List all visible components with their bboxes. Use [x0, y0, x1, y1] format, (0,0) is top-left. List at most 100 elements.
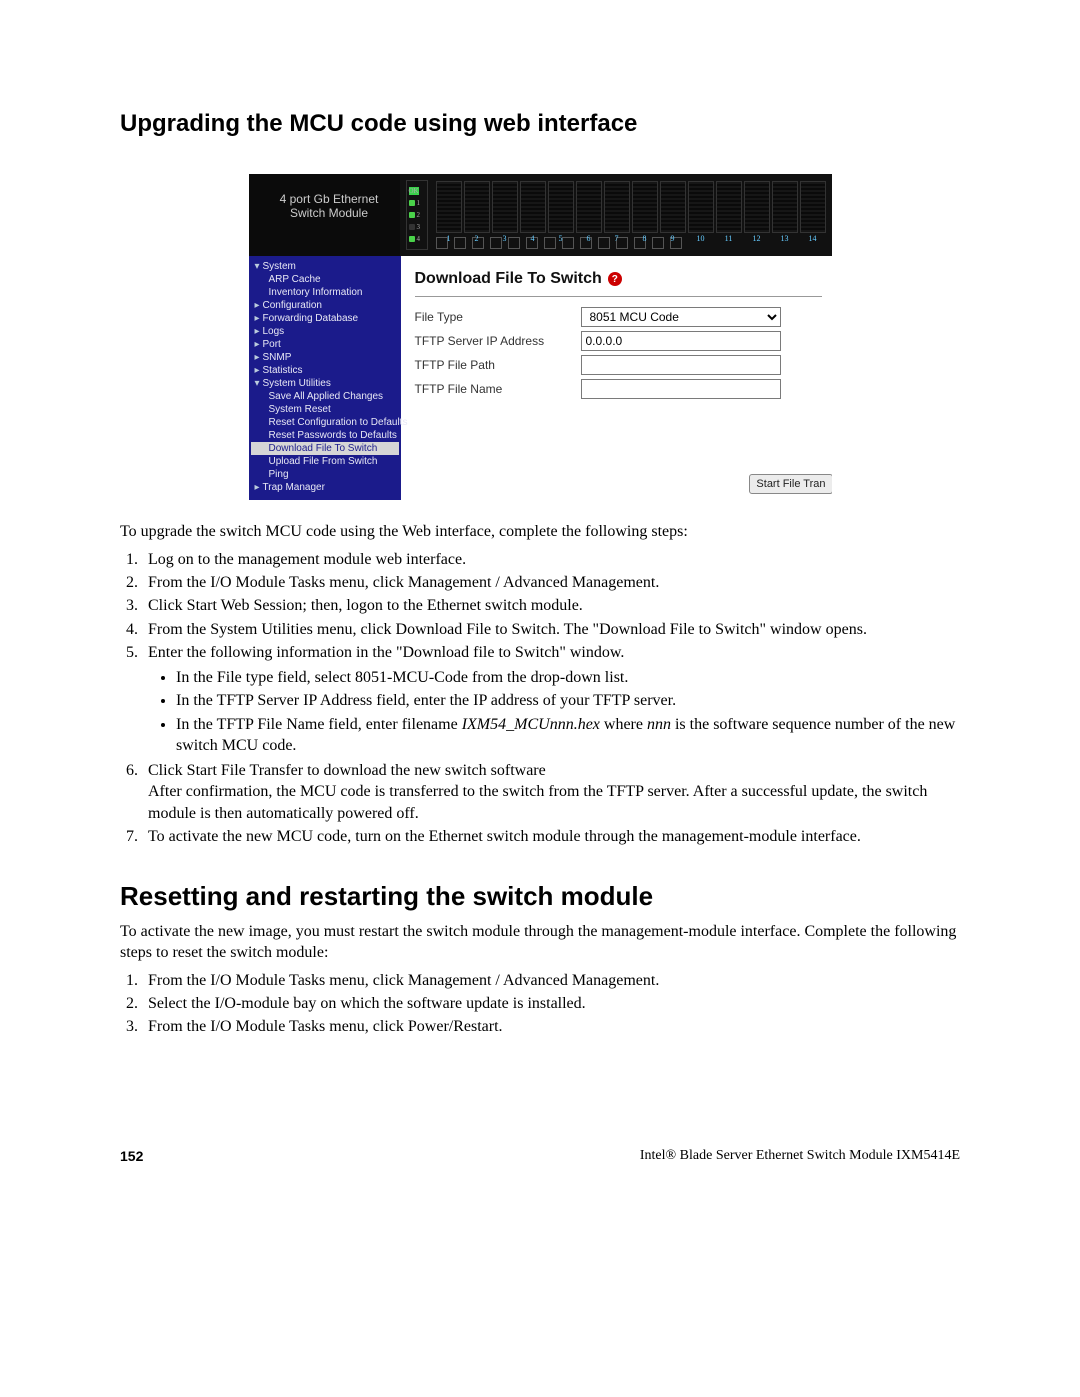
sidebar-item-label: Trap Manager — [263, 482, 325, 493]
list-item: From the I/O Module Tasks menu, click Po… — [142, 1016, 960, 1037]
b3-ital2: nnn — [647, 716, 671, 733]
embedded-screenshot: 4 port Gb Ethernet Switch Module OK 1 2 … — [249, 174, 832, 500]
sidebar-item[interactable]: ▸Configuration — [251, 299, 399, 312]
sidebar-item-label: Download File To Switch — [269, 443, 378, 454]
sidebar-item[interactable]: Download File To Switch — [251, 442, 399, 455]
blade-slot: 4 — [520, 181, 546, 233]
list-item: Log on to the management module web inte… — [142, 549, 960, 570]
sidebar-item[interactable]: System Reset — [251, 403, 399, 416]
tree-arrow-icon: ▾ — [255, 261, 263, 272]
port-led-icon — [409, 224, 415, 230]
list-item: Select the I/O-module bay on which the s… — [142, 993, 960, 1014]
slot-row: 1234567891011121314 — [436, 181, 826, 233]
list-item: In the TFTP Server IP Address field, ent… — [176, 690, 960, 711]
help-icon[interactable]: ? — [608, 272, 622, 286]
sidebar-item[interactable]: ▸Port — [251, 338, 399, 351]
sidebar-item[interactable]: Reset Passwords to Defaults — [251, 429, 399, 442]
sidebar-item[interactable]: Inventory Information — [251, 286, 399, 299]
blade-slot: 14 — [800, 181, 826, 233]
blade-slot: 1 — [436, 181, 462, 233]
panel-title: Download File To Switch — [415, 270, 602, 288]
list-item: Enter the following information in the "… — [142, 642, 960, 756]
tree-arrow-icon: ▸ — [255, 300, 263, 311]
divider — [415, 296, 822, 297]
blade-slot: 2 — [464, 181, 490, 233]
sidebar-item-label: System Reset — [269, 404, 331, 415]
list-item: Click Start File Transfer to download th… — [142, 760, 960, 824]
b3-mid: where — [600, 716, 647, 733]
start-file-transfer-button[interactable]: Start File Tran — [749, 474, 831, 494]
sidebar-item[interactable]: ▾System — [251, 260, 399, 273]
b3-ital1: IXM54_MCUnnn.hex — [462, 716, 600, 733]
sidebar-item-label: Reset Configuration to Defaults — [269, 417, 408, 428]
sidebar-item-label: System Utilities — [263, 378, 331, 389]
blade-slot: 9 — [660, 181, 686, 233]
blade-slot: 7 — [604, 181, 630, 233]
sidebar-item-label: Port — [263, 339, 281, 350]
steps-list-1: Log on to the management module web inte… — [142, 549, 960, 847]
sidebar-item-label: Reset Passwords to Defaults — [269, 430, 397, 441]
step5-text: Enter the following information in the "… — [148, 644, 624, 661]
blade-slot: 12 — [744, 181, 770, 233]
sidebar-item[interactable]: ▸Trap Manager — [251, 481, 399, 494]
sidebar-item[interactable]: ▾System Utilities — [251, 377, 399, 390]
sidebar-item[interactable]: Ping — [251, 468, 399, 481]
tree-arrow-icon: ▸ — [255, 339, 263, 350]
tree-arrow-icon: ▾ — [255, 378, 263, 389]
input-tftp-ip[interactable] — [581, 331, 781, 351]
sidebar-item[interactable]: Save All Applied Changes — [251, 390, 399, 403]
sidebar-item-label: Configuration — [263, 300, 322, 311]
sidebar-item[interactable]: Upload File From Switch — [251, 455, 399, 468]
screenshot-sidebar: ▾SystemARP CacheInventory Information▸Co… — [249, 256, 401, 500]
sidebar-item[interactable]: ▸Logs — [251, 325, 399, 338]
step6-line2: After confirmation, the MCU code is tran… — [148, 783, 927, 821]
port-led-icon — [409, 212, 415, 218]
blade-slot: 8 — [632, 181, 658, 233]
product-label-line1: 4 port Gb Ethernet — [280, 192, 379, 206]
select-file-type[interactable]: 8051 MCU Code — [581, 307, 781, 327]
sidebar-item[interactable]: ▸Statistics — [251, 364, 399, 377]
label-file-type: File Type — [415, 310, 581, 324]
led-block: OK 1 2 3 4 — [406, 180, 428, 250]
list-item: To activate the new MCU code, turn on th… — [142, 826, 960, 847]
port-led-icon — [409, 200, 415, 206]
list-item: In the File type field, select 8051-MCU-… — [176, 667, 960, 688]
blade-slot: 13 — [772, 181, 798, 233]
blade-slot: 3 — [492, 181, 518, 233]
sidebar-item-label: Forwarding Database — [263, 313, 359, 324]
heading-resetting: Resetting and restarting the switch modu… — [120, 881, 960, 912]
ok-led: OK — [409, 187, 419, 195]
label-tftp-ip: TFTP Server IP Address — [415, 334, 581, 348]
list-item: From the I/O Module Tasks menu, click Ma… — [142, 970, 960, 991]
sidebar-item-label: Inventory Information — [269, 287, 363, 298]
doc-title: Intel® Blade Server Ethernet Switch Modu… — [640, 1148, 960, 1164]
sidebar-item[interactable]: ▸Forwarding Database — [251, 312, 399, 325]
row-tftp-name: TFTP File Name — [415, 379, 822, 399]
list-item: In the TFTP File Name field, enter filen… — [176, 714, 960, 757]
page-number: 152 — [120, 1148, 143, 1164]
label-tftp-path: TFTP File Path — [415, 358, 581, 372]
sidebar-item[interactable]: Reset Configuration to Defaults — [251, 416, 399, 429]
list-item: From the System Utilities menu, click Do… — [142, 619, 960, 640]
sub-bullets: In the File type field, select 8051-MCU-… — [176, 667, 960, 756]
rack-graphic: OK 1 2 3 4 1234567891011121314 — [400, 174, 832, 256]
step6-line1: Click Start File Transfer to download th… — [148, 762, 546, 779]
screenshot-main-panel: Download File To Switch ? File Type 8051… — [401, 256, 832, 500]
port-led-icon — [409, 236, 415, 242]
sidebar-item[interactable]: ARP Cache — [251, 273, 399, 286]
list-item: Click Start Web Session; then, logon to … — [142, 595, 960, 616]
blade-slot: 5 — [548, 181, 574, 233]
sidebar-item[interactable]: ▸SNMP — [251, 351, 399, 364]
heading-upgrading: Upgrading the MCU code using web interfa… — [120, 110, 960, 138]
intro-paragraph: To upgrade the switch MCU code using the… — [120, 522, 960, 543]
input-tftp-name[interactable] — [581, 379, 781, 399]
sidebar-item-label: System — [263, 261, 296, 272]
list-item: From the I/O Module Tasks menu, click Ma… — [142, 572, 960, 593]
input-tftp-path[interactable] — [581, 355, 781, 375]
sidebar-item-label: Upload File From Switch — [269, 456, 378, 467]
intro2-paragraph: To activate the new image, you must rest… — [120, 922, 960, 964]
panel-title-row: Download File To Switch ? — [415, 270, 822, 288]
product-label: 4 port Gb Ethernet Switch Module — [249, 174, 400, 256]
blade-slot: 11 — [716, 181, 742, 233]
sidebar-item-label: Statistics — [263, 365, 303, 376]
